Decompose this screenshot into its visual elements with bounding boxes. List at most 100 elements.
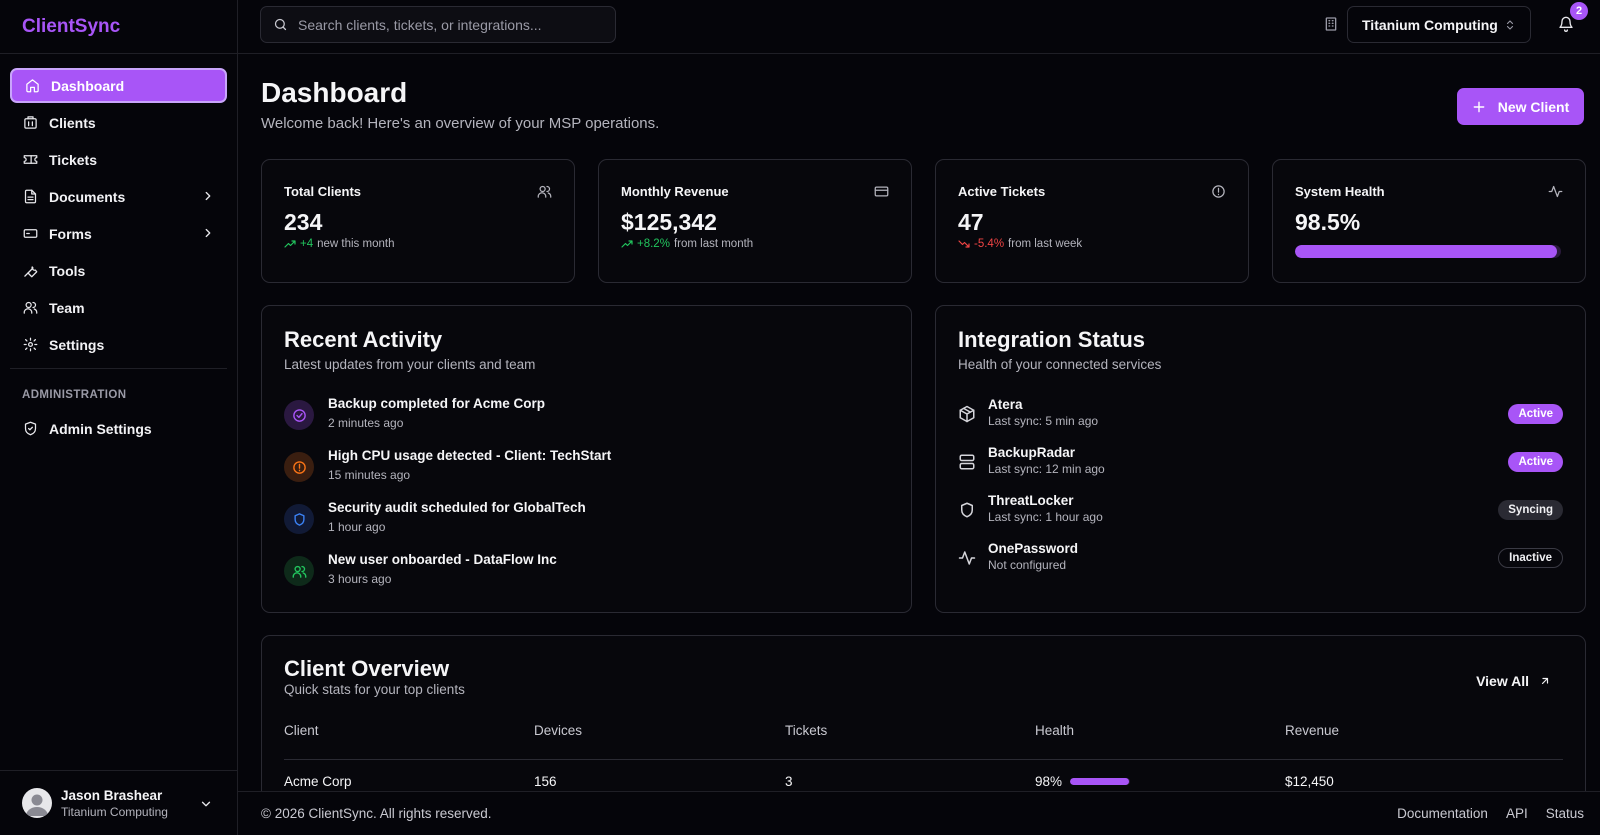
footer-links: Documentation API Status xyxy=(1397,806,1584,821)
sidebar-item-documents[interactable]: Documents xyxy=(10,179,227,214)
home-icon xyxy=(24,78,40,94)
sidebar-item-team[interactable]: Team xyxy=(10,290,227,325)
section-subtitle: Latest updates from your clients and tea… xyxy=(284,357,536,372)
stat-value: $125,342 xyxy=(621,209,717,235)
package-icon xyxy=(958,405,976,423)
app-logo[interactable]: ClientSync xyxy=(0,0,237,54)
server-icon xyxy=(958,453,976,471)
stat-card-monthly-revenue: Monthly Revenue $125,342 +8.2% from last… xyxy=(598,159,912,283)
activity-item[interactable]: Backup completed for Acme Corp 2 minutes… xyxy=(284,396,545,436)
health-bar xyxy=(1070,778,1130,785)
stat-card-total-clients: Total Clients 234 +4 new this month xyxy=(261,159,575,283)
column-header-tickets[interactable]: Tickets xyxy=(785,723,827,738)
copyright: © 2026 ClientSync. All rights reserved. xyxy=(261,806,492,821)
shield-icon xyxy=(22,421,38,437)
integration-sync: Last sync: 5 min ago xyxy=(988,414,1099,428)
activity-time: 3 hours ago xyxy=(328,572,392,586)
credit-card-icon xyxy=(874,184,889,199)
stat-delta-text: from last week xyxy=(1008,238,1083,250)
sidebar-item-clients[interactable]: Clients xyxy=(10,105,227,140)
section-subtitle: Health of your connected services xyxy=(958,357,1162,372)
chevron-down-icon[interactable] xyxy=(199,797,213,811)
form-icon xyxy=(22,226,38,242)
section-title: Recent Activity xyxy=(284,327,443,352)
integration-item-atera[interactable]: Atera Last sync: 5 min ago Active xyxy=(958,397,1563,437)
integration-name: Atera xyxy=(988,397,1023,412)
column-header-devices[interactable]: Devices xyxy=(534,723,582,738)
view-all-button[interactable]: View All xyxy=(1476,673,1551,689)
activity-text: New user onboarded - DataFlow Inc xyxy=(328,552,557,567)
footer-link-api[interactable]: API xyxy=(1506,806,1528,821)
system-health-bar xyxy=(1295,245,1561,258)
footer-link-documentation[interactable]: Documentation xyxy=(1397,806,1488,821)
activity-icon xyxy=(1548,184,1563,199)
file-icon xyxy=(22,189,38,205)
divider xyxy=(10,368,227,369)
search-input[interactable] xyxy=(298,16,598,33)
stat-value: 47 xyxy=(958,209,984,235)
user-menu[interactable]: Jason Brashear Titanium Computing xyxy=(0,770,237,835)
view-all-label: View All xyxy=(1476,673,1529,689)
bell-icon[interactable] xyxy=(1558,16,1574,32)
sidebar-item-tickets[interactable]: Tickets xyxy=(10,142,227,177)
sidebar-item-label: Dashboard xyxy=(51,77,125,94)
column-header-client[interactable]: Client xyxy=(284,723,319,738)
users-icon xyxy=(284,556,314,586)
main-content: Dashboard Welcome back! Here's an overvi… xyxy=(238,54,1600,791)
recent-activity-card: Recent Activity Latest updates from your… xyxy=(261,305,912,613)
activity-time: 1 hour ago xyxy=(328,520,386,534)
cell-tickets: 3 xyxy=(785,774,793,789)
sidebar-section-label: ADMINISTRATION xyxy=(22,389,127,401)
trend-down-icon xyxy=(958,239,970,249)
status-badge: Active xyxy=(1508,404,1563,424)
column-header-health[interactable]: Health xyxy=(1035,723,1074,738)
activity-icon xyxy=(958,549,976,567)
sidebar-nav: Dashboard Clients Tickets Documents Form… xyxy=(0,54,237,446)
chevron-right-icon xyxy=(201,189,215,203)
integration-name: BackupRadar xyxy=(988,445,1076,460)
cell-client: Acme Corp xyxy=(284,774,352,789)
health-bar-fill xyxy=(1070,778,1129,785)
sidebar-item-tools[interactable]: Tools xyxy=(10,253,227,288)
integration-item-backupradar[interactable]: BackupRadar Last sync: 12 min ago Active xyxy=(958,445,1563,485)
search-box[interactable] xyxy=(260,6,616,43)
activity-item[interactable]: Security audit scheduled for GlobalTech … xyxy=(284,500,586,540)
new-client-button[interactable]: New Client xyxy=(1457,88,1584,125)
section-title: Client Overview xyxy=(284,656,450,681)
gear-icon xyxy=(22,337,38,353)
integration-item-onepassword[interactable]: OnePassword Not configured Inactive xyxy=(958,541,1563,581)
column-header-revenue[interactable]: Revenue xyxy=(1285,723,1339,738)
sidebar-item-label: Tools xyxy=(49,262,86,279)
footer-link-status[interactable]: Status xyxy=(1546,806,1584,821)
stat-card-active-tickets: Active Tickets 47 -5.4% from last week xyxy=(935,159,1249,283)
chevron-right-icon xyxy=(201,226,215,240)
notification-badge: 2 xyxy=(1570,2,1588,20)
shield-icon xyxy=(958,501,976,519)
stat-delta: -5.4% from last week xyxy=(958,238,1082,250)
ticket-icon xyxy=(22,152,38,168)
activity-text: High CPU usage detected - Client: TechSt… xyxy=(328,448,612,463)
organization-selector[interactable]: Titanium Computing xyxy=(1347,6,1531,43)
stat-delta-value: -5.4% xyxy=(974,238,1005,250)
sidebar-item-settings[interactable]: Settings xyxy=(10,327,227,362)
sidebar-item-label: Clients xyxy=(49,114,96,131)
activity-item[interactable]: New user onboarded - DataFlow Inc 3 hour… xyxy=(284,552,557,592)
status-badge: Active xyxy=(1508,452,1563,472)
divider xyxy=(284,759,1563,760)
stat-value: 234 xyxy=(284,209,323,235)
topbar: Titanium Computing 2 xyxy=(238,0,1600,54)
wrench-icon xyxy=(22,263,38,279)
integration-name: ThreatLocker xyxy=(988,493,1074,508)
user-name: Jason Brashear xyxy=(61,787,163,803)
stat-delta: +4 new this month xyxy=(284,238,394,250)
alert-circle-icon xyxy=(1211,184,1226,199)
integration-item-threatlocker[interactable]: ThreatLocker Last sync: 1 hour ago Synci… xyxy=(958,493,1563,533)
stat-delta-text: new this month xyxy=(317,238,395,250)
users-icon xyxy=(22,300,38,316)
sidebar-item-label: Admin Settings xyxy=(49,420,152,437)
sidebar-item-forms[interactable]: Forms xyxy=(10,216,227,251)
sidebar-item-admin-settings[interactable]: Admin Settings xyxy=(10,411,227,446)
activity-item[interactable]: High CPU usage detected - Client: TechSt… xyxy=(284,448,611,488)
sidebar-item-dashboard[interactable]: Dashboard xyxy=(10,68,227,103)
stat-delta-value: +8.2% xyxy=(637,238,670,250)
